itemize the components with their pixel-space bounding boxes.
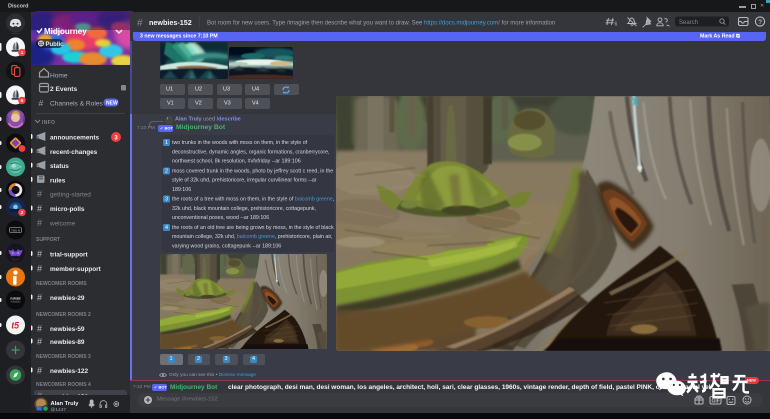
svg-text:#: # [37, 293, 42, 303]
svg-text:micro-polls: micro-polls [50, 206, 85, 213]
svg-text:status: status [50, 163, 69, 170]
svg-text:newbies-152: newbies-152 [149, 18, 192, 27]
svg-text:Home: Home [50, 73, 68, 80]
svg-text:trial-support: trial-support [50, 252, 89, 259]
svg-text:newbies-59: newbies-59 [50, 326, 85, 333]
svg-text:Midjourney: Midjourney [44, 27, 87, 36]
svg-text:Alan Truly: Alan Truly [51, 401, 80, 407]
svg-text:newbies-89: newbies-89 [50, 339, 85, 346]
svg-text:rules: rules [50, 177, 66, 184]
svg-text:Channels & Roles: Channels & Roles [50, 101, 103, 108]
svg-text:1: 1 [21, 50, 24, 56]
svg-text:NEWCOMER ROOMS 4: NEWCOMER ROOMS 4 [36, 382, 91, 388]
svg-text:STUDIOS: STUDIOS [11, 301, 20, 303]
svg-text:Search: Search [679, 20, 698, 26]
svg-text:#: # [37, 204, 42, 214]
svg-text:#: # [137, 18, 143, 29]
svg-text:NEWCOMER ROOMS: NEWCOMER ROOMS [36, 281, 87, 287]
svg-text:6: 6 [615, 22, 618, 28]
svg-text:INFO: INFO [42, 120, 55, 126]
svg-text:NEW: NEW [106, 101, 118, 107]
svg-text:Bot room for new users. Type /: Bot room for new users. Type /imagine th… [207, 21, 555, 27]
svg-text:getting-started: getting-started [50, 192, 91, 199]
svg-text:2 Events: 2 Events [50, 86, 77, 93]
svg-text:SUPPORT: SUPPORT [36, 237, 60, 243]
svg-text:welcome: welcome [49, 220, 76, 227]
svg-text:#: # [37, 249, 42, 259]
svg-text:NEWCOMER ROOMS 3: NEWCOMER ROOMS 3 [36, 354, 91, 360]
svg-text:newbies-122: newbies-122 [50, 368, 88, 375]
svg-text:#: # [37, 366, 42, 376]
svg-text:#: # [37, 264, 42, 274]
svg-text:2: 2 [21, 210, 24, 216]
svg-text:t5: t5 [11, 320, 20, 330]
svg-text:announcements: announcements [50, 135, 99, 142]
svg-text:#: # [39, 98, 44, 108]
svg-text:newbies-29: newbies-29 [50, 295, 85, 302]
svg-text:member-support: member-support [50, 266, 102, 273]
svg-text:5: 5 [21, 98, 24, 104]
svg-text:?: ? [758, 19, 762, 26]
svg-text:#: # [37, 189, 42, 199]
svg-text:FLIPSIDE: FLIPSIDE [10, 299, 21, 301]
svg-text:NEWCOMER ROOMS 2: NEWCOMER ROOMS 2 [36, 312, 91, 318]
svg-text:#: # [37, 218, 42, 228]
svg-text:recent-changes: recent-changes [50, 149, 98, 156]
svg-text:#: # [37, 324, 42, 334]
svg-text:Public: Public [46, 42, 65, 48]
svg-text:#: # [37, 337, 42, 347]
svg-text:YOU N: YOU N [11, 229, 20, 233]
